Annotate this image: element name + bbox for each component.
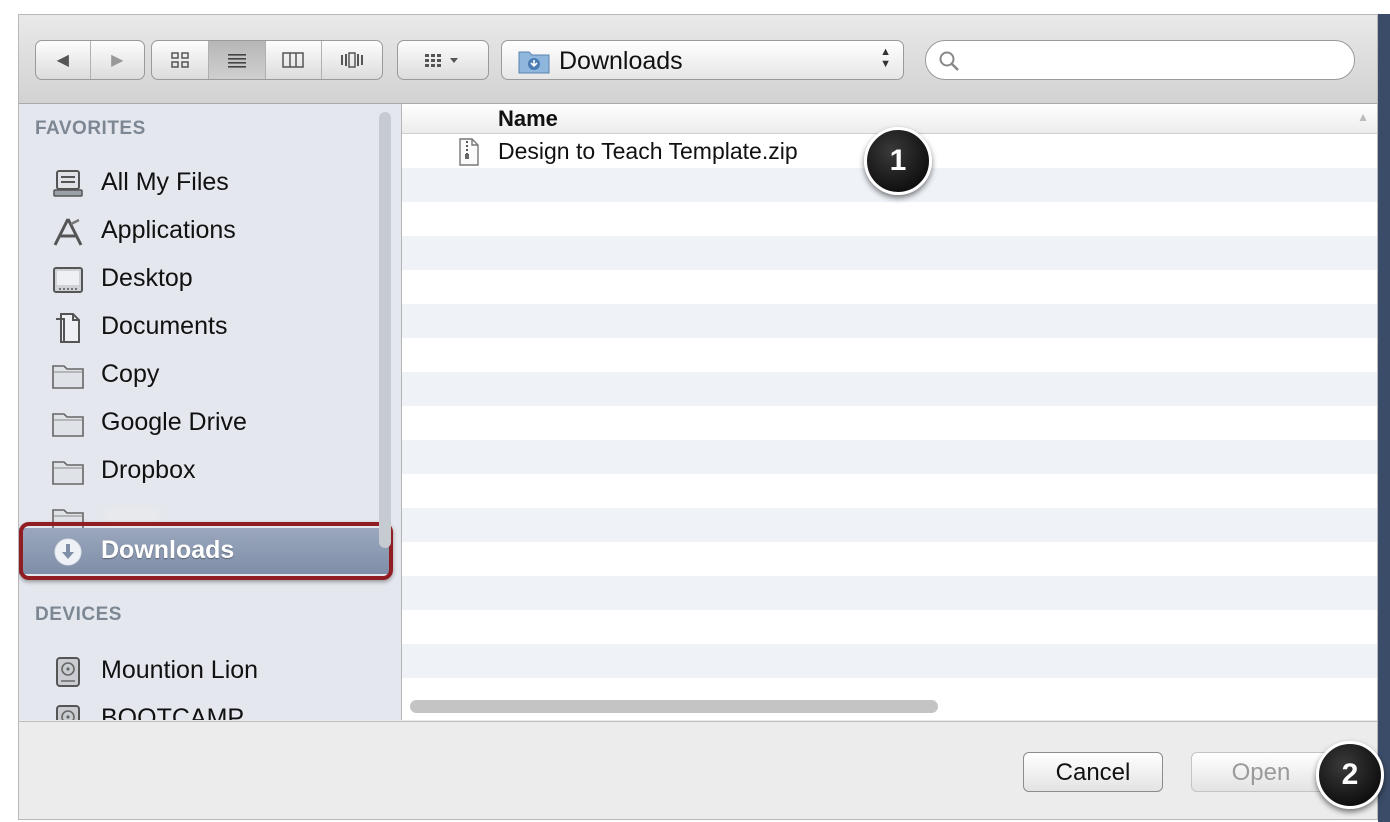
search-field[interactable] [925,40,1355,80]
arrange-grid-icon [425,54,458,67]
back-button[interactable]: ◀ [36,41,91,79]
callout-badge-1: 1 [864,127,932,195]
sort-arrow-icon: ▲ [1357,110,1369,124]
sidebar-item-all-my-files[interactable]: All My Files [19,160,391,206]
file-name: Design to Teach Template.zip [498,138,798,164]
folder-icon [52,461,84,485]
sidebar-item-google-drive[interactable]: Google Drive [19,400,391,446]
sidebar-scrollbar[interactable] [379,112,391,548]
sidebar-item-dropbox[interactable]: Dropbox [19,448,391,494]
open-button[interactable]: Open [1191,752,1331,792]
search-icon [939,51,959,71]
sidebar-item-label: Desktop [101,264,193,292]
location-popup[interactable]: Downloads ▲ ▼ [501,40,904,80]
cancel-button[interactable]: Cancel [1023,752,1163,792]
popup-arrows-icon: ▲ ▼ [880,46,891,70]
sidebar-item-copy[interactable]: Copy [19,352,391,398]
sidebar-item-label: Documents [101,312,228,340]
zip-file-icon [459,138,479,166]
background-window-edge [1378,14,1390,822]
icon-view-button[interactable] [152,41,209,79]
sidebar-item-desktop[interactable]: Desktop [19,256,391,302]
name-column-label: Name [498,106,558,131]
cover-flow-icon [341,52,364,68]
forward-button[interactable]: ▶ [91,41,145,79]
sidebar-item-label: BOOTCAMP [101,704,245,720]
list-view-icon [227,54,246,68]
back-icon: ◀ [56,52,69,69]
cover-flow-view-button[interactable] [322,41,382,79]
file-list: Name ▲ Design to Teach Template.zip [402,104,1377,720]
sidebar-item-label: All My Files [101,168,229,196]
column-view-button[interactable] [266,41,323,79]
sidebar-item-label: Dropbox [101,456,196,484]
sidebar-item-bootcamp[interactable]: BOOTCAMP [19,696,391,720]
sidebar-item-label: Mountion Lion [101,656,259,684]
sidebar-item-label: Copy [101,360,160,388]
sidebar: FAVORITES All My Files Applications Desk… [19,104,402,720]
view-mode-control [151,40,383,80]
location-label: Downloads [559,47,683,75]
documents-icon [56,313,80,343]
toolbar: ◀ ▶ Downloads ▲ ▼ [19,15,1377,104]
forward-icon: ▶ [111,52,124,69]
desktop-icon [53,267,83,293]
folder-icon [52,365,84,389]
sidebar-item-label: Google Drive [101,408,247,436]
file-rows: Design to Teach Template.zip [402,134,1377,694]
all-files-icon [53,170,83,197]
folder-icon [52,413,84,437]
sidebar-item-applications[interactable]: Applications [19,208,391,254]
search-input[interactable] [966,47,1340,75]
downloads-highlight-box [19,522,393,580]
downloads-folder-icon [518,51,550,74]
list-view-button[interactable] [208,41,266,79]
hard-disk-icon [56,705,80,720]
arrange-cell [398,41,488,79]
dialog-button-bar: Cancel Open [19,721,1377,819]
sidebar-item-label: Applications [101,216,236,244]
devices-header: DEVICES [35,604,122,625]
hard-disk-icon [56,657,80,687]
callout-badge-2: 2 [1316,741,1384,809]
icon-view-icon [171,52,189,68]
arrange-button[interactable] [397,40,489,80]
applications-icon [53,218,83,246]
favorites-header: FAVORITES [35,118,146,139]
open-file-dialog: ◀ ▶ Downloads ▲ ▼ FAVORITES All My Files… [18,14,1378,820]
horizontal-scrollbar[interactable] [410,700,938,713]
column-view-icon [282,52,305,68]
sidebar-item-mountion-lion[interactable]: Mountion Lion [19,648,391,694]
sidebar-item-documents[interactable]: Documents [19,304,391,350]
back-forward-control: ◀ ▶ [35,40,145,80]
